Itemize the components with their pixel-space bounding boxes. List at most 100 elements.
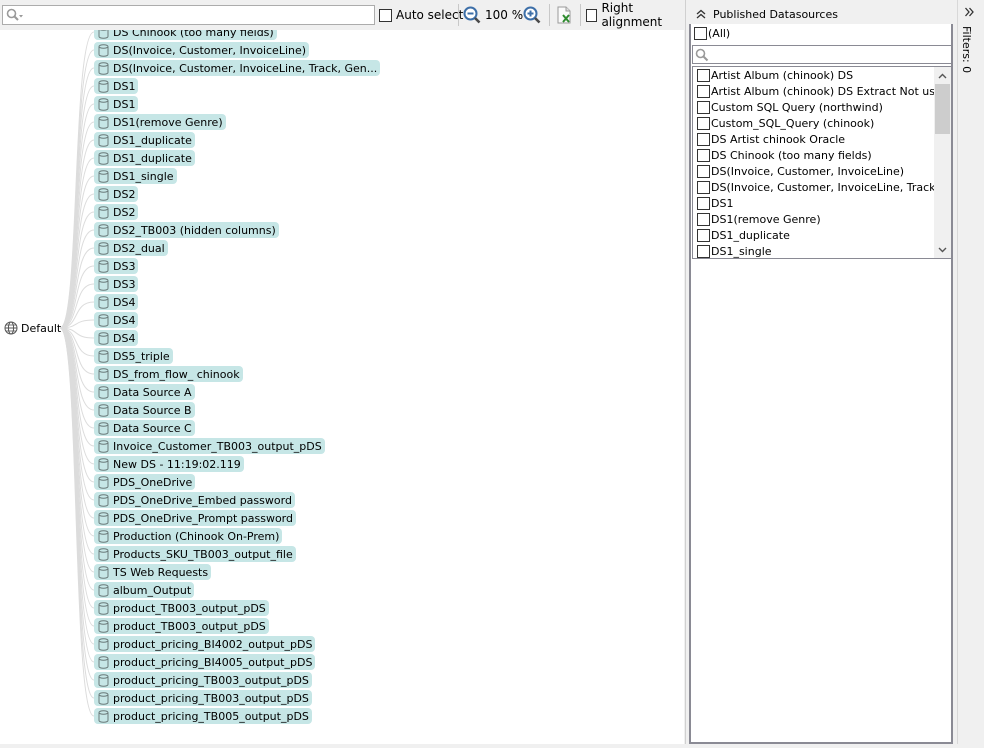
filter-option-checkbox[interactable] xyxy=(697,84,710,98)
filter-option-checkbox[interactable] xyxy=(697,100,710,114)
tree-node[interactable]: PDS_OneDrive xyxy=(94,474,196,490)
database-icon xyxy=(98,241,109,255)
tree-node[interactable]: TS Web Requests xyxy=(94,564,212,580)
filter-option-checkbox[interactable] xyxy=(697,228,710,242)
filter-option[interactable]: DS1(remove Genre) xyxy=(697,211,821,227)
tree-node[interactable]: DS1_duplicate xyxy=(94,150,195,166)
tree-node[interactable]: DS1(remove Genre) xyxy=(94,114,226,130)
tree-node[interactable]: product_pricing_BI4005_output_pDS xyxy=(94,654,316,670)
tree-node[interactable]: DS Chinook (too many fields) xyxy=(94,30,277,40)
filter-option-checkbox[interactable] xyxy=(697,196,710,210)
filter-option-label: DS1 xyxy=(711,196,734,210)
tree-node[interactable]: DS(Invoice, Customer, InvoiceLine) xyxy=(94,42,310,58)
filter-panel-title: Published Datasources xyxy=(713,7,838,21)
auto-select-toggle[interactable]: Auto select xyxy=(379,7,463,23)
database-icon xyxy=(98,151,109,165)
filter-option[interactable]: Artist Album (chinook) DS Extract Not us… xyxy=(697,83,949,99)
filter-option-checkbox[interactable] xyxy=(697,68,710,82)
filter-option[interactable]: DS1_duplicate xyxy=(697,227,790,243)
tree-node[interactable]: DS2 xyxy=(94,186,139,202)
filter-all-checkbox[interactable] xyxy=(694,27,707,40)
tree-node-label: PDS_OneDrive xyxy=(113,475,193,489)
tree-node[interactable]: product_pricing_TB005_output_pDS xyxy=(94,708,312,724)
tree-node[interactable]: DS3 xyxy=(94,258,139,274)
tree-node[interactable]: product_pricing_BI4002_output_pDS xyxy=(94,636,316,652)
tree-node[interactable]: product_TB003_output_pDS xyxy=(94,618,269,634)
filter-option[interactable]: DS Chinook (too many fields) xyxy=(697,147,872,163)
filter-option[interactable]: DS1_single xyxy=(697,243,772,258)
filter-list-scrollbar[interactable] xyxy=(934,67,951,258)
tree-node[interactable]: DS1 xyxy=(94,96,139,112)
auto-select-checkbox[interactable] xyxy=(379,8,392,22)
filter-option[interactable]: DS(Invoice, Customer, InvoiceLine) xyxy=(697,163,904,179)
filter-panel-header[interactable]: Published Datasources xyxy=(689,4,953,24)
scroll-thumb[interactable] xyxy=(935,84,950,134)
filters-sidebar-collapsed[interactable]: Filters: 0 xyxy=(957,0,984,748)
right-alignment-checkbox[interactable] xyxy=(586,8,598,22)
tree-node[interactable]: Products_SKU_TB003_output_file xyxy=(94,546,296,562)
tree-node[interactable]: DS_from_flow_ chinook xyxy=(94,366,243,382)
filter-option[interactable]: Custom_SQL_Query (chinook) xyxy=(697,115,874,131)
filter-search-input[interactable] xyxy=(711,47,946,62)
filter-option-checkbox[interactable] xyxy=(697,148,710,162)
zoom-in-icon[interactable] xyxy=(523,6,541,24)
filter-option-checkbox[interactable] xyxy=(697,180,710,194)
filter-option-checkbox[interactable] xyxy=(697,212,710,226)
tree-node[interactable]: product_pricing_TB003_output_pDS xyxy=(94,690,312,706)
filter-option[interactable]: DS(Invoice, Customer, InvoiceLine, Track… xyxy=(697,179,951,195)
tree-node[interactable]: DS1_duplicate xyxy=(94,132,195,148)
tree-node[interactable]: DS1 xyxy=(94,78,139,94)
zoom-out-icon[interactable] xyxy=(463,6,481,24)
tree-node[interactable]: PDS_OneDrive_Prompt password xyxy=(94,510,296,526)
lineage-tree-canvas[interactable]: Default DS Chinook (too many fields) DS(I… xyxy=(0,30,684,744)
export-excel-icon[interactable] xyxy=(555,6,573,24)
tree-node[interactable]: DS2 xyxy=(94,204,139,220)
filter-option[interactable]: DS1 xyxy=(697,195,733,211)
filter-option[interactable]: DS Artist chinook Oracle xyxy=(697,131,845,147)
database-icon xyxy=(98,133,109,147)
database-icon xyxy=(98,529,109,543)
double-chevron-up-icon[interactable] xyxy=(694,9,708,19)
right-alignment-toggle[interactable]: Right alignment xyxy=(586,1,684,29)
tree-node[interactable]: product_pricing_TB003_output_pDS xyxy=(94,672,312,688)
scroll-down-button[interactable] xyxy=(934,241,951,258)
tree-node[interactable]: DS4 xyxy=(94,330,139,346)
tree-node[interactable]: DS2_TB003 (hidden columns) xyxy=(94,222,279,238)
database-icon xyxy=(98,385,109,399)
filter-option-checkbox[interactable] xyxy=(697,244,710,258)
tree-search-input[interactable] xyxy=(25,7,370,23)
tree-search-box[interactable] xyxy=(2,5,375,25)
tree-node[interactable]: DS3 xyxy=(94,276,139,292)
filter-search-box[interactable] xyxy=(692,45,952,64)
tree-node[interactable]: Data Source C xyxy=(94,420,195,436)
tree-node[interactable]: DS5_triple xyxy=(94,348,173,364)
tree-node[interactable]: Data Source A xyxy=(94,384,195,400)
tree-node[interactable]: Data Source B xyxy=(94,402,195,418)
tree-node[interactable]: DS4 xyxy=(94,294,139,310)
filter-option-checkbox[interactable] xyxy=(697,132,710,146)
double-chevron-right-icon[interactable] xyxy=(964,7,974,17)
tree-node[interactable]: DS4 xyxy=(94,312,139,328)
database-icon xyxy=(98,475,109,489)
filter-option[interactable]: Custom SQL Query (northwind) xyxy=(697,99,883,115)
tree-root-default[interactable]: Default xyxy=(4,320,61,336)
tree-node[interactable]: Production (Chinook On-Prem) xyxy=(94,528,283,544)
tree-node[interactable]: New DS - 11:19:02.119 xyxy=(94,456,244,472)
filter-option-checkbox[interactable] xyxy=(697,164,710,178)
tree-node-label: New DS - 11:19:02.119 xyxy=(113,457,241,471)
toolbar-divider xyxy=(458,4,459,26)
filter-all-option[interactable]: (All) xyxy=(694,27,730,40)
tree-node[interactable]: DS(Invoice, Customer, InvoiceLine, Track… xyxy=(94,60,381,76)
tree-node[interactable]: product_TB003_output_pDS xyxy=(94,600,269,616)
filter-all-label: (All) xyxy=(708,27,731,40)
search-dropdown-icon[interactable] xyxy=(6,8,24,22)
tree-node[interactable]: PDS_OneDrive_Embed password xyxy=(94,492,295,508)
tree-node[interactable]: DS1_single xyxy=(94,168,177,184)
tree-node[interactable]: Invoice_Customer_TB003_output_pDS xyxy=(94,438,325,454)
tree-node[interactable]: DS2_dual xyxy=(94,240,168,256)
tree-node-label: DS1 xyxy=(113,79,136,93)
filter-option[interactable]: Artist Album (chinook) DS xyxy=(697,67,853,83)
scroll-up-button[interactable] xyxy=(934,67,951,84)
tree-node[interactable]: album_Output xyxy=(94,582,195,598)
filter-option-checkbox[interactable] xyxy=(697,116,710,130)
